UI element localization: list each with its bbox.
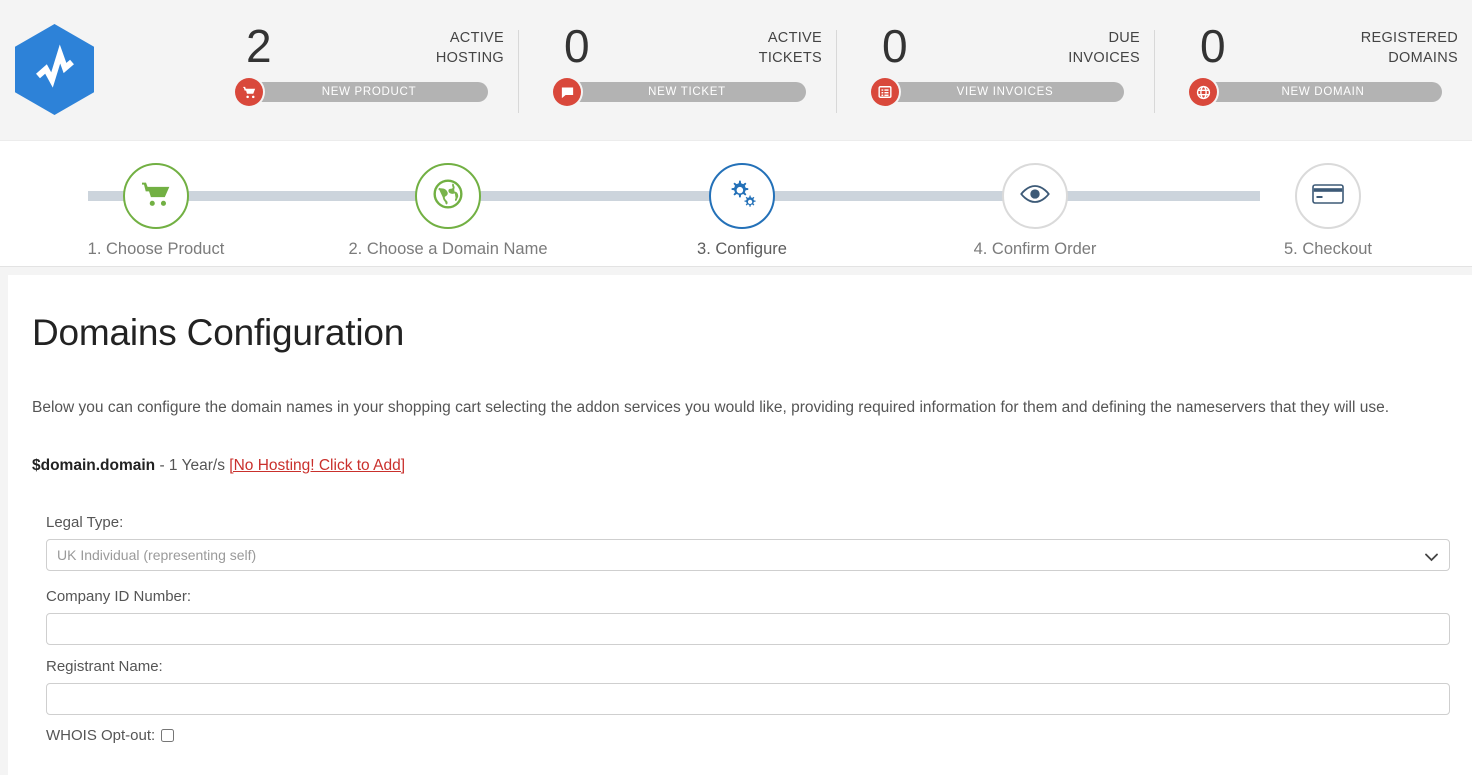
step-label: 2. Choose a Domain Name: [348, 240, 548, 258]
shopping-cart-icon: [235, 78, 263, 106]
stat-card-active-tickets: 0 ACTIVE TICKETS NEW TICKET: [518, 0, 836, 141]
domains-configuration-card: Domains Configuration Below you can conf…: [8, 275, 1472, 775]
dashboard-stats-bar: 2 ACTIVE HOSTING NEW PRODUCT 0 ACTIVE TI…: [0, 0, 1472, 141]
stats-group: 2 ACTIVE HOSTING NEW PRODUCT 0 ACTIVE TI…: [200, 0, 1472, 141]
page-description: Below you can configure the domain names…: [32, 399, 1390, 416]
whois-optout-label: WHOIS Opt-out:: [46, 727, 156, 744]
step-configure[interactable]: 3. Configure: [642, 163, 842, 259]
company-id-label: Company ID Number:: [46, 588, 192, 605]
stat-card-active-hosting: 2 ACTIVE HOSTING NEW PRODUCT: [200, 0, 518, 141]
step-label: 5. Checkout: [1283, 240, 1373, 258]
button-label: NEW PRODUCT: [321, 86, 417, 98]
step-circle: [415, 163, 481, 229]
shopping-cart-icon: [140, 178, 172, 215]
stat-count: 0: [882, 20, 908, 72]
stat-header: 2 ACTIVE HOSTING: [200, 20, 518, 82]
new-product-button[interactable]: NEW PRODUCT: [235, 78, 488, 106]
globe-icon: [432, 178, 464, 215]
stat-header: 0 REGISTERED DOMAINS: [1154, 20, 1472, 82]
company-id-input[interactable]: [46, 613, 1450, 645]
whois-optout-row: WHOIS Opt-out:: [46, 727, 1448, 744]
company-id-row: [46, 613, 1450, 649]
stat-card-registered-domains: 0 REGISTERED DOMAINS NEW DOMAIN: [1154, 0, 1472, 141]
domain-config-form: Legal Type: UK Individual (representing …: [32, 513, 1450, 744]
hexagon-pulse-logo[interactable]: [15, 24, 94, 115]
domain-summary-line: $domain.domain - 1 Year/s [No Hosting! C…: [32, 455, 1448, 477]
step-confirm-order[interactable]: 4. Confirm Order: [935, 163, 1135, 259]
step-choose-product[interactable]: 1. Choose Product: [56, 163, 256, 259]
new-ticket-button[interactable]: NEW TICKET: [553, 78, 806, 106]
step-label: 4. Confirm Order: [973, 240, 1097, 258]
stat-card-due-invoices: 0 DUE INVOICES VIEW INVOICES: [836, 0, 1154, 141]
stat-label: ACTIVE HOSTING: [435, 30, 504, 66]
view-invoices-button[interactable]: VIEW INVOICES: [871, 78, 1124, 106]
whois-optout-checkbox[interactable]: [161, 729, 175, 742]
button-label: NEW DOMAIN: [1281, 86, 1365, 98]
button-label: NEW TICKET: [648, 86, 726, 98]
stat-header: 0 DUE INVOICES: [836, 20, 1154, 82]
legal-type-select-wrapper: UK Individual (representing self): [46, 539, 1450, 571]
step-circle: [1295, 163, 1361, 229]
order-progress-steps: 1. Choose Product 2. Choose a Domain Nam…: [0, 141, 1472, 267]
stat-label: REGISTERED DOMAINS: [1360, 30, 1458, 66]
speech-bubble-icon: [553, 78, 581, 106]
add-hosting-link[interactable]: [No Hosting! Click to Add]: [229, 457, 405, 474]
new-domain-button[interactable]: NEW DOMAIN: [1189, 78, 1442, 106]
step-circle: [1002, 163, 1068, 229]
stat-label: DUE INVOICES: [1068, 30, 1140, 66]
step-checkout[interactable]: 5. Checkout: [1228, 163, 1428, 259]
step-circle: [123, 163, 189, 229]
domain-term: - 1 Year/s: [155, 457, 230, 474]
legal-type-label: Legal Type:: [46, 514, 124, 531]
stat-count: 2: [246, 20, 272, 72]
step-circle: [709, 163, 775, 229]
domain-name: $domain.domain: [32, 457, 156, 474]
stat-count: 0: [564, 20, 590, 72]
page-title: Domains Configuration: [32, 312, 405, 353]
button-label: VIEW INVOICES: [956, 86, 1054, 98]
registrant-name-label: Registrant Name:: [46, 658, 163, 675]
invoice-list-icon: [871, 78, 899, 106]
step-choose-domain-name[interactable]: 2. Choose a Domain Name: [348, 163, 548, 259]
eye-icon: [1019, 183, 1051, 210]
stat-label: ACTIVE TICKETS: [758, 30, 822, 66]
content-wrapper: Domains Configuration Below you can conf…: [0, 267, 1472, 775]
registrant-name-input[interactable]: [46, 683, 1450, 715]
step-label: 1. Choose Product: [87, 240, 225, 258]
gears-icon: [725, 177, 759, 216]
registrant-name-row: [46, 683, 1450, 719]
step-label: 3. Configure: [697, 240, 787, 258]
legal-type-select[interactable]: UK Individual (representing self): [46, 539, 1450, 571]
stat-count: 0: [1200, 20, 1226, 72]
credit-card-icon: [1311, 182, 1345, 211]
globe-icon: [1189, 78, 1217, 106]
stat-header: 0 ACTIVE TICKETS: [518, 20, 836, 82]
